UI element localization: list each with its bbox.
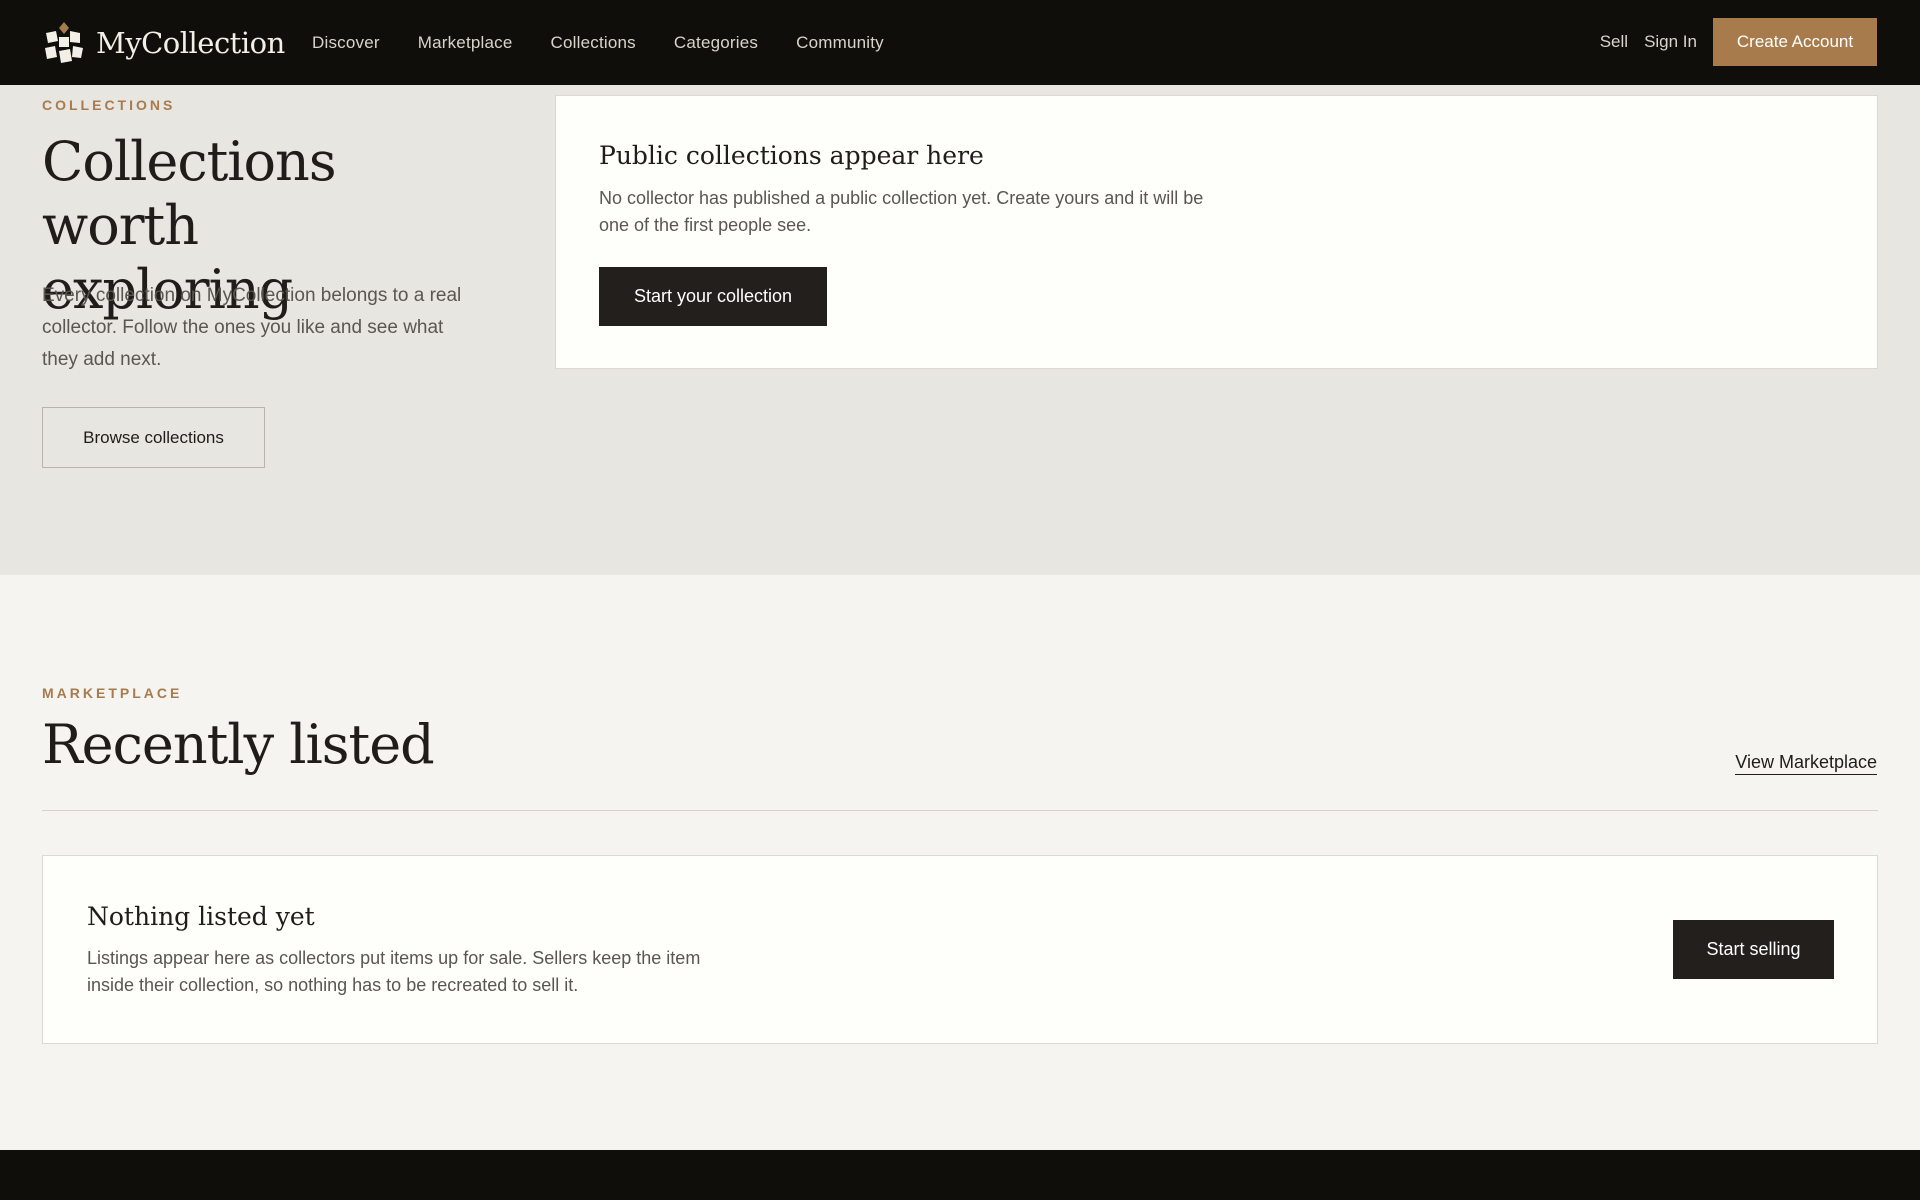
nav-marketplace[interactable]: Marketplace [418, 33, 513, 53]
nav-community[interactable]: Community [796, 33, 884, 53]
nav-discover[interactable]: Discover [312, 33, 380, 53]
marketplace-eyebrow: MARKETPLACE [42, 685, 183, 701]
sell-link[interactable]: Sell [1600, 32, 1628, 52]
main-nav: Discover Marketplace Collections Categor… [312, 0, 922, 85]
view-marketplace-link[interactable]: View Marketplace [1735, 752, 1877, 775]
logo-icon [45, 22, 83, 63]
top-navigation-bar: MyCollection Discover Marketplace Collec… [0, 0, 1920, 85]
footer [0, 1150, 1920, 1200]
brand-logo[interactable]: MyCollection [42, 21, 285, 65]
empty-listings-title: Nothing listed yet [87, 902, 315, 931]
hero-description: Every collection on MyCollection belongs… [42, 285, 462, 370]
sign-in-link[interactable]: Sign In [1644, 32, 1697, 52]
collections-eyebrow: COLLECTIONS [42, 97, 176, 113]
section-divider [42, 810, 1878, 811]
start-selling-button[interactable]: Start selling [1673, 920, 1834, 979]
collections-hero: COLLECTIONS Collections worth exploring … [0, 85, 1920, 575]
nav-categories[interactable]: Categories [674, 33, 758, 53]
start-collection-button[interactable]: Start your collection [599, 267, 827, 326]
create-account-button[interactable]: Create Account [1713, 18, 1877, 66]
empty-listings-text: Listings appear here as collectors put i… [87, 948, 701, 995]
panel-text: No collector has published a public coll… [599, 188, 1204, 235]
empty-listings-card: Nothing listed yet Listings appear here … [42, 855, 1878, 1044]
account-nav: Sell Sign In Create Account [1584, 18, 1877, 66]
panel-title: Public collections appear here [599, 141, 984, 170]
nav-collections[interactable]: Collections [551, 33, 636, 53]
public-collections-panel: Public collections appear here No collec… [555, 95, 1878, 369]
brand-name: MyCollection [96, 26, 285, 60]
marketplace-title: Recently listed [42, 713, 435, 776]
browse-collections-button[interactable]: Browse collections [42, 407, 265, 468]
